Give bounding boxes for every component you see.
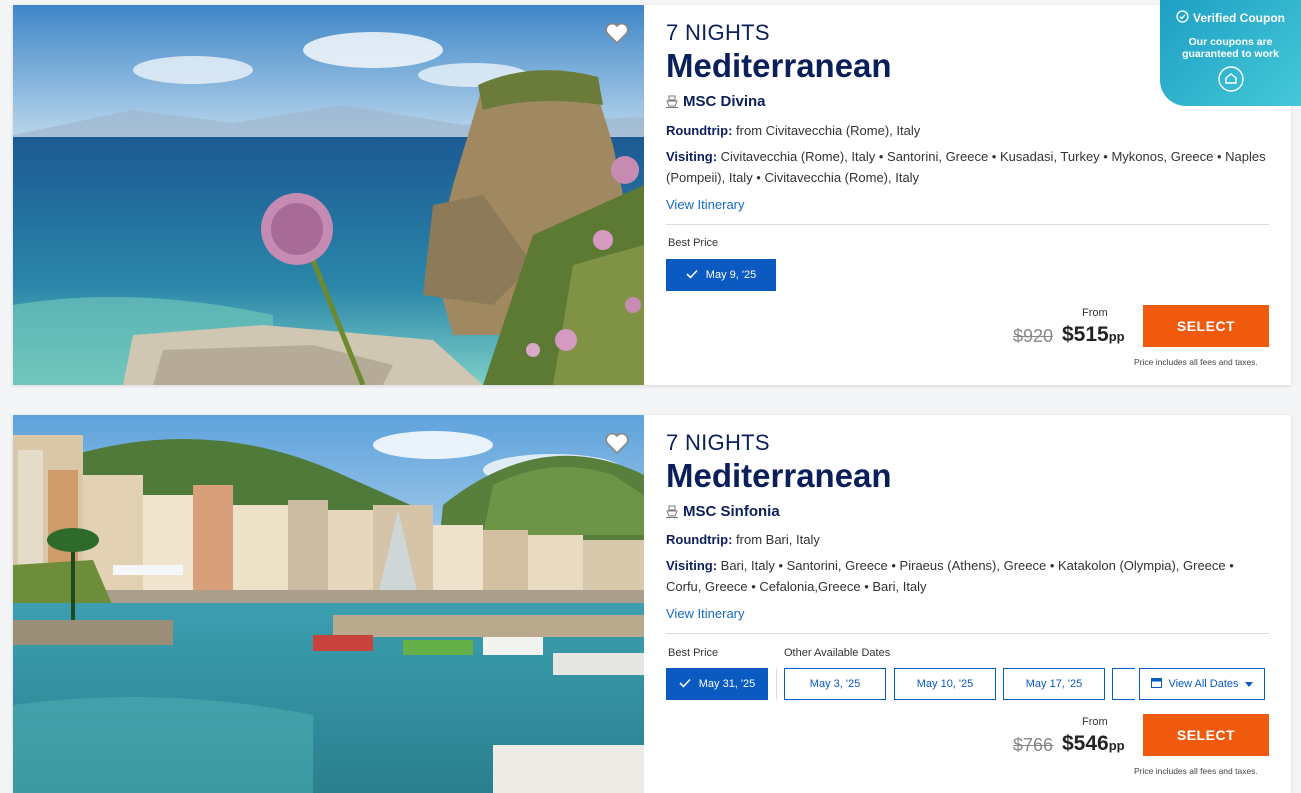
roundtrip-line: Roundtrip: from Civitavecchia (Rome), It… <box>666 120 1276 141</box>
visiting-ports-1: Civitavecchia (Rome), Italy • Santorini,… <box>717 149 1266 164</box>
best-price-date: May 31, '25 <box>698 678 756 690</box>
ship-icon <box>666 95 678 108</box>
sale-price: $515pp <box>1062 323 1125 347</box>
verified-coupon-badge[interactable]: Verified Coupon Our coupons are guarante… <box>1160 0 1301 106</box>
visiting-label: Visiting: <box>666 558 718 573</box>
other-dates-label: Other Available Dates <box>784 647 891 659</box>
date-option-button[interactable]: May 10, '25 <box>894 668 996 700</box>
original-price: $766 <box>1013 735 1054 755</box>
best-price-date: May 9, '25 <box>705 269 757 281</box>
check-circle-icon <box>1176 10 1189 26</box>
date-option-button[interactable]: May 17, '25 <box>1003 668 1105 700</box>
ship-icon <box>666 505 678 518</box>
per-person-suffix: pp <box>1108 329 1125 344</box>
check-icon <box>686 269 698 282</box>
view-itinerary-link[interactable]: View Itinerary <box>666 606 745 621</box>
sale-price-value: $546 <box>1062 732 1109 755</box>
favorite-heart-icon[interactable] <box>603 19 631 47</box>
divider <box>666 633 1269 634</box>
divider <box>666 224 1269 225</box>
per-person-suffix: pp <box>1108 738 1125 753</box>
roundtrip-label: Roundtrip: <box>666 532 733 547</box>
nights-label: 7 NIGHTS <box>666 20 770 45</box>
date-option-button-partial[interactable] <box>1112 668 1135 700</box>
date-separator <box>776 668 777 700</box>
visiting-ports-1: Bari, Italy • Santorini, Greece • Piraeu… <box>717 558 1234 573</box>
nights-label: 7 NIGHTS <box>666 430 770 455</box>
visiting-ports-2: Corfu, Greece • Cefalonia,Greece • Bari,… <box>666 579 927 594</box>
destination-title: Mediterranean <box>666 47 892 84</box>
ship-name-text: MSC Sinfonia <box>683 503 780 520</box>
visiting-line: Visiting: Bari, Italy • Santorini, Greec… <box>666 555 1276 597</box>
cruise-card: 7 NIGHTS Mediterranean MSC Divina Roundt… <box>13 5 1291 385</box>
date-option-button[interactable]: May 3, '25 <box>784 668 886 700</box>
ship-name: MSC Divina <box>666 93 766 110</box>
roundtrip-label: Roundtrip: <box>666 123 733 138</box>
original-price: $920 <box>1013 326 1054 346</box>
verified-coupon-title: Verified Coupon <box>1160 10 1301 26</box>
best-price-label: Best Price <box>668 647 719 659</box>
favorite-heart-icon[interactable] <box>603 429 631 457</box>
check-icon <box>679 678 691 691</box>
best-price-label: Best Price <box>668 237 719 249</box>
select-button[interactable]: SELECT <box>1143 305 1269 347</box>
fees-note: Price includes all fees and taxes. <box>1134 766 1258 776</box>
view-all-dates-label: View All Dates <box>1168 678 1239 690</box>
verified-coupon-text: Verified Coupon <box>1192 11 1285 25</box>
roundtrip-line: Roundtrip: from Bari, Italy <box>666 529 1276 550</box>
cruise-info: 7 NIGHTS Mediterranean MSC Sinfonia Roun… <box>666 415 1291 793</box>
cruise-photo-coast[interactable] <box>13 5 644 385</box>
fees-note: Price includes all fees and taxes. <box>1134 357 1258 367</box>
from-label: From <box>1082 307 1108 319</box>
visiting-line: Visiting: Civitavecchia (Rome), Italy • … <box>666 146 1276 188</box>
destination-title: Mediterranean <box>666 457 892 494</box>
sale-price: $546pp <box>1062 732 1125 756</box>
view-itinerary-link[interactable]: View Itinerary <box>666 197 745 212</box>
from-label: From <box>1082 716 1108 728</box>
coupon-guarantee-text: Our coupons are guaranteed to work <box>1182 36 1279 60</box>
roundtrip-value: from Civitavecchia (Rome), Italy <box>732 123 921 138</box>
caret-down-icon <box>1244 678 1253 690</box>
sale-price-value: $515 <box>1062 323 1109 346</box>
visiting-ports-2: (Pompeii), Italy • Civitavecchia (Rome),… <box>666 170 920 185</box>
cruise-card: 7 NIGHTS Mediterranean MSC Sinfonia Roun… <box>13 415 1291 793</box>
view-all-dates-button[interactable]: View All Dates <box>1139 668 1265 700</box>
best-price-date-button[interactable]: May 31, '25 <box>666 668 768 700</box>
ship-name-text: MSC Divina <box>683 93 766 110</box>
best-price-date-button[interactable]: May 9, '25 <box>666 259 776 291</box>
select-button[interactable]: SELECT <box>1143 714 1269 756</box>
cruise-photo-harbor[interactable] <box>13 415 644 793</box>
calendar-icon <box>1151 677 1163 691</box>
roundtrip-value: from Bari, Italy <box>732 532 820 547</box>
ship-name: MSC Sinfonia <box>666 503 780 520</box>
visiting-label: Visiting: <box>666 149 718 164</box>
tag-icon <box>1217 66 1244 92</box>
